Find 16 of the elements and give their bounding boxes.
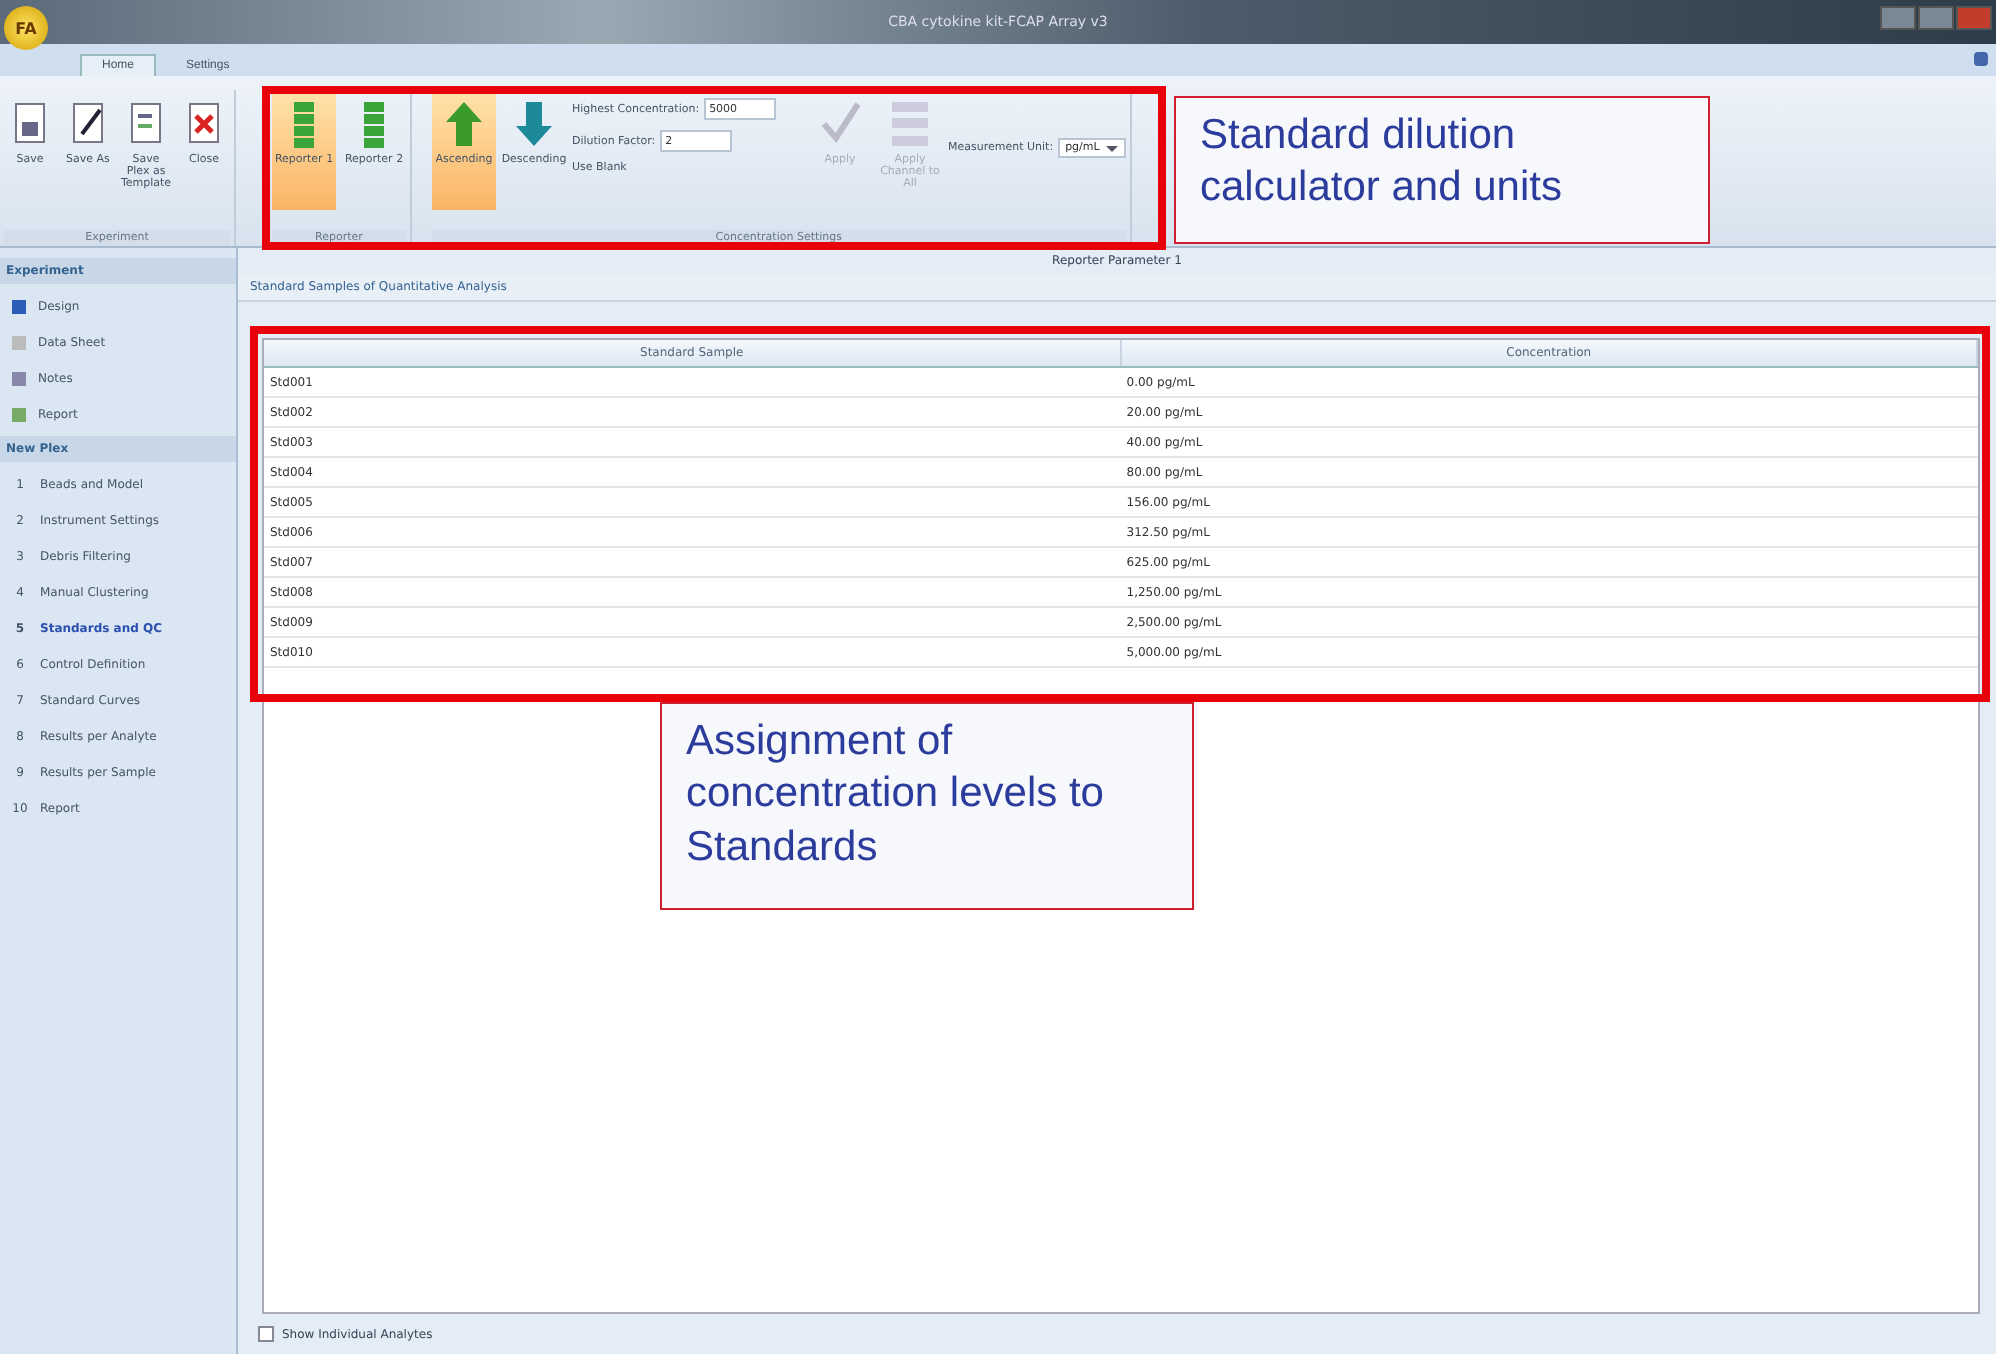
checkbox[interactable] <box>258 1326 274 1342</box>
nav-icon <box>12 407 26 421</box>
callout-text: Assignment of concentration levels to Standards <box>660 702 1194 910</box>
callout-text: Standard dilution calculator and units <box>1174 96 1710 244</box>
minimize-button[interactable] <box>1880 6 1916 30</box>
list-icon <box>888 98 932 150</box>
caret-icon <box>1105 145 1118 151</box>
down-arrow-icon <box>512 98 556 150</box>
nav-icon <box>12 371 26 385</box>
nav-icon <box>12 335 26 349</box>
maximize-button[interactable] <box>1918 6 1954 30</box>
up-arrow-icon <box>442 98 486 150</box>
help-icon[interactable] <box>1974 52 1988 66</box>
nav-icon <box>12 299 26 313</box>
close-button[interactable] <box>1956 6 1992 30</box>
app-logo[interactable]: FA <box>4 6 48 50</box>
